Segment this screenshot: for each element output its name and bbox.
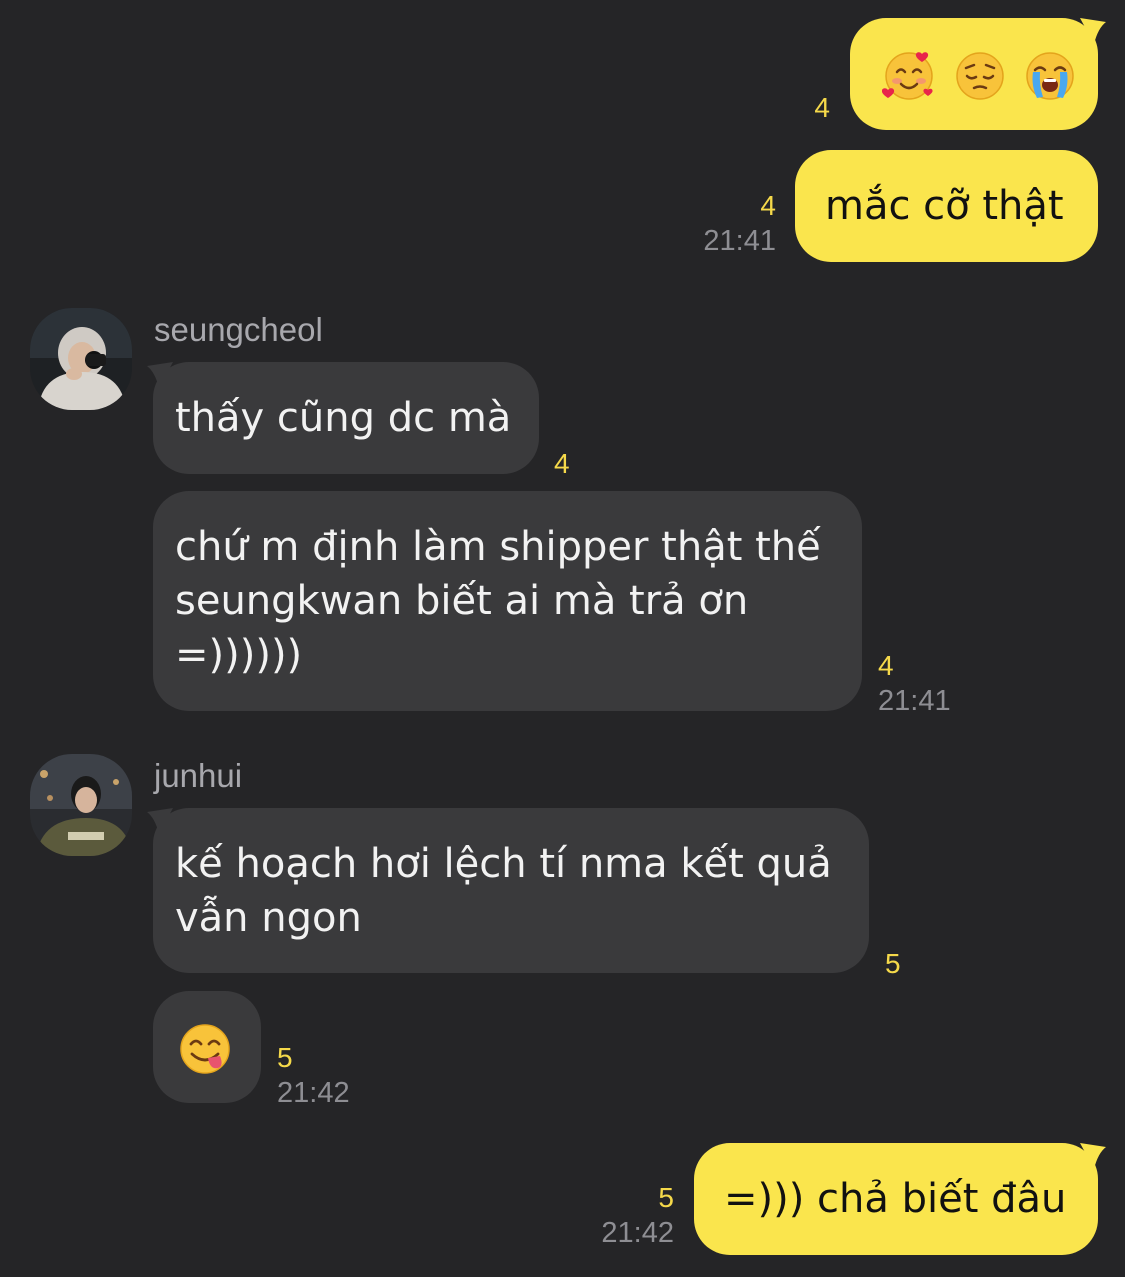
message-line: =)))))) <box>175 632 303 678</box>
their-message-bubble[interactable] <box>153 991 261 1103</box>
their-message-bubble[interactable]: thấy cũng dc mà <box>153 362 539 474</box>
their-message-bubble[interactable]: chứ m định làm shipper thật thế seungkwa… <box>153 491 862 711</box>
loudly-crying-face-icon <box>1026 52 1075 100</box>
message-line: kế hoạch hơi lệch tí nma kết quả <box>175 841 832 887</box>
timestamp: 21:42 <box>277 1077 350 1109</box>
face-savoring-food-icon <box>180 1024 230 1074</box>
message-text: mắc cỡ thật <box>825 183 1064 229</box>
my-message-bubble[interactable]: =))) chả biết đâu <box>694 1143 1098 1255</box>
unread-count: 4 <box>554 448 570 479</box>
avatar[interactable] <box>30 754 132 856</box>
message-meta: 5 21:42 <box>578 1182 674 1250</box>
message-line: seungkwan biết ai mà trả ơn <box>175 578 749 624</box>
their-message-bubble[interactable]: kế hoạch hơi lệch tí nma kết quả vẫn ngo… <box>153 808 869 973</box>
bubble-tail <box>147 808 173 834</box>
unread-count: 5 <box>277 1042 293 1073</box>
chat-view: 4 4 21:41 mắc cỡ thật seungcheol thấy cũ… <box>0 0 1125 1277</box>
bubble-tail <box>1080 18 1106 44</box>
unread-count: 5 <box>658 1182 674 1213</box>
timestamp: 21:41 <box>878 685 951 717</box>
smiling-face-with-hearts-icon <box>882 52 933 100</box>
message-meta: 4 21:41 <box>878 650 978 718</box>
message-text: =))) chả biết đâu <box>724 1176 1067 1222</box>
sender-name: junhui <box>154 757 243 794</box>
message-line: vẫn ngon <box>175 895 362 941</box>
bubble-tail <box>147 362 173 388</box>
message-meta: 5 21:42 <box>277 1042 377 1110</box>
message-meta: 5 <box>885 948 945 980</box>
message-line: chứ m định làm shipper thật thế <box>175 524 821 570</box>
my-message-bubble[interactable] <box>850 18 1098 130</box>
message-meta: 4 21:41 <box>680 190 776 258</box>
unread-count: 4 <box>814 92 830 123</box>
timestamp: 21:42 <box>601 1217 674 1249</box>
sender-name: seungcheol <box>154 311 323 348</box>
my-message-bubble[interactable]: mắc cỡ thật <box>795 150 1098 262</box>
bubble-tail <box>1080 1143 1106 1169</box>
avatar[interactable] <box>30 308 132 410</box>
unread-count: 4 <box>878 650 894 681</box>
pensive-face-icon <box>955 52 1004 100</box>
unread-count: 5 <box>885 948 901 979</box>
message-text: thấy cũng dc mà <box>175 395 512 441</box>
timestamp: 21:41 <box>703 225 776 257</box>
message-meta: 4 <box>554 448 614 480</box>
unread-count: 4 <box>760 190 776 221</box>
